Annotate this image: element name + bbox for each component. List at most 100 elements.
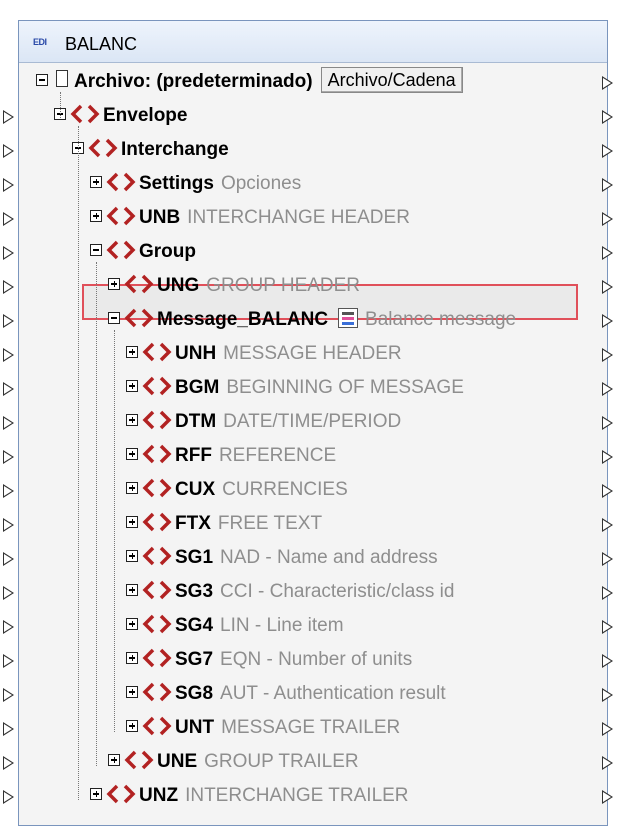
input-port[interactable] [3,314,14,328]
output-port[interactable] [602,76,613,90]
output-port[interactable] [602,416,613,430]
expand-icon[interactable] [126,515,138,528]
output-port[interactable] [602,314,613,328]
expand-icon[interactable] [108,753,120,766]
output-port[interactable] [602,688,613,702]
tree-node-cux[interactable]: CUX CURRENCIES [126,474,348,506]
output-port[interactable] [602,484,613,498]
node-name: SG7 [175,649,214,670]
node-description: AUT - Authentication result [220,683,446,704]
component-title-bar[interactable]: EDI BALANC [19,21,607,63]
input-port[interactable] [3,450,14,464]
input-port[interactable] [3,790,14,804]
tree-node-unz[interactable]: UNZ INTERCHANGE TRAILER [90,780,409,812]
input-port[interactable] [3,654,14,668]
expand-icon[interactable] [126,447,138,460]
input-port[interactable] [3,416,14,430]
output-port[interactable] [602,450,613,464]
input-port[interactable] [3,688,14,702]
input-port[interactable] [3,280,14,294]
node-description: INTERCHANGE TRAILER [185,785,409,806]
expand-icon[interactable] [126,481,138,494]
node-description: Opciones [220,173,302,194]
tree-node-ftx[interactable]: FTX FREE TEXT [126,508,322,540]
tree-node-sg4[interactable]: SG4 LIN - Line item [126,610,344,642]
tree-node-une[interactable]: UNE GROUP TRAILER [108,746,359,778]
expand-icon[interactable] [108,277,120,290]
output-port[interactable] [602,382,613,396]
tree-node-ung[interactable]: UNG GROUP HEADER [108,270,360,302]
collapse-icon[interactable] [108,311,120,324]
tree-node-interchange[interactable]: Interchange [72,134,229,166]
element-tag-icon [106,206,139,228]
expand-icon[interactable] [126,583,138,596]
node-description: LIN - Line item [220,615,344,636]
node-description: DATE/TIME/PERIOD [223,411,402,432]
output-port[interactable] [602,586,613,600]
expand-icon[interactable] [126,413,138,426]
node-name: SG8 [175,683,214,704]
output-port[interactable] [602,552,613,566]
input-port[interactable] [3,144,14,158]
input-port[interactable] [3,178,14,192]
node-name: Message_BALANC [157,309,329,330]
expand-icon[interactable] [126,685,138,698]
collapse-icon[interactable] [36,73,48,86]
tree-node-unh[interactable]: UNH MESSAGE HEADER [126,338,402,370]
input-port[interactable] [3,552,14,566]
output-port[interactable] [602,790,613,804]
input-port[interactable] [3,348,14,362]
input-port[interactable] [3,484,14,498]
tree-node-message-balanc[interactable]: Message_BALANC Balance message [108,304,516,336]
input-port[interactable] [3,586,14,600]
tree-node-group[interactable]: Group [90,236,196,268]
tree-node-unb[interactable]: UNB INTERCHANGE HEADER [90,202,410,234]
output-port[interactable] [602,110,613,124]
node-name: UNH [175,343,217,364]
tree-node-sg3[interactable]: SG3 CCI - Characteristic/class id [126,576,454,608]
expand-icon[interactable] [90,209,102,222]
collapse-icon[interactable] [90,243,102,256]
output-port[interactable] [602,654,613,668]
input-port[interactable] [3,212,14,226]
output-port[interactable] [602,178,613,192]
expand-icon[interactable] [126,345,138,358]
tree-node-dtm[interactable]: DTM DATE/TIME/PERIOD [126,406,401,438]
output-port[interactable] [602,518,613,532]
root-node[interactable]: Archivo: (predeterminado) Archivo/Cadena [36,66,463,98]
tree-node-envelope[interactable]: Envelope [54,100,187,132]
output-port[interactable] [602,722,613,736]
tree-node-bgm[interactable]: BGM BEGINNING OF MESSAGE [126,372,464,404]
input-port[interactable] [3,382,14,396]
expand-icon[interactable] [126,549,138,562]
expand-icon[interactable] [90,175,102,188]
tree-node-rff[interactable]: RFF REFERENCE [126,440,336,472]
file-string-button[interactable]: Archivo/Cadena [320,66,463,93]
tree-node-sg7[interactable]: SG7 EQN - Number of units [126,644,412,676]
output-port[interactable] [602,348,613,362]
input-port[interactable] [3,756,14,770]
expand-icon[interactable] [126,651,138,664]
message-properties-icon[interactable] [338,307,359,328]
input-port[interactable] [3,722,14,736]
tree-node-settings[interactable]: Settings Opciones [90,168,301,200]
expand-icon[interactable] [126,719,138,732]
node-name: CUX [175,479,216,500]
output-port[interactable] [602,246,613,260]
expand-icon[interactable] [126,617,138,630]
output-port[interactable] [602,280,613,294]
tree-node-sg1[interactable]: SG1 NAD - Name and address [126,542,438,574]
output-port[interactable] [602,212,613,226]
input-port[interactable] [3,110,14,124]
expand-icon[interactable] [90,787,102,800]
input-port[interactable] [3,246,14,260]
tree-node-sg8[interactable]: SG8 AUT - Authentication result [126,678,446,710]
output-port[interactable] [602,756,613,770]
input-port[interactable] [3,620,14,634]
tree-node-unt[interactable]: UNT MESSAGE TRAILER [126,712,400,744]
node-description: Balance message [365,309,517,330]
output-port[interactable] [602,144,613,158]
output-port[interactable] [602,620,613,634]
expand-icon[interactable] [126,379,138,392]
input-port[interactable] [3,518,14,532]
